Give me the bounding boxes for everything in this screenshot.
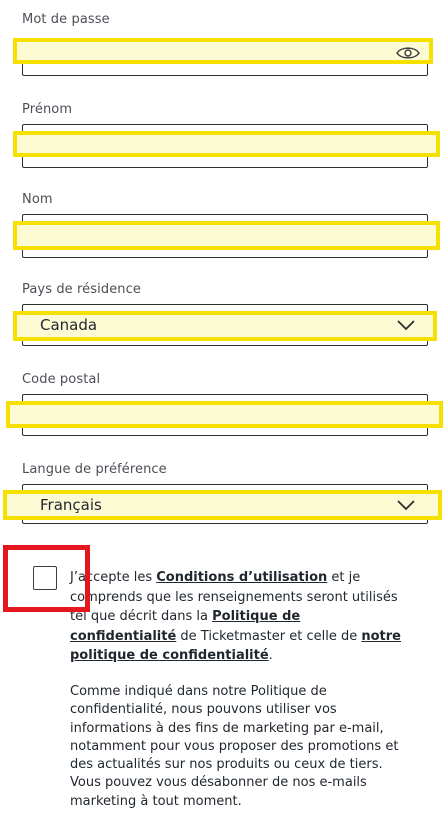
last-name-highlight bbox=[13, 221, 440, 250]
last-name-label: Nom bbox=[22, 192, 53, 207]
postal-code-label: Code postal bbox=[22, 372, 101, 387]
country-label: Pays de résidence bbox=[22, 282, 141, 297]
country-value: Canada bbox=[40, 316, 98, 334]
marketing-notice: Comme indiqué dans notre Politique de co… bbox=[70, 684, 399, 809]
language-label: Langue de préférence bbox=[22, 462, 167, 477]
password-label: Mot de passe bbox=[22, 12, 110, 27]
password-highlight bbox=[13, 38, 433, 64]
first-name-label: Prénom bbox=[22, 102, 73, 117]
eye-icon[interactable] bbox=[396, 45, 420, 61]
consent-text-3: de Ticketmaster et celle de bbox=[176, 628, 362, 644]
checkbox-annotation bbox=[3, 545, 90, 612]
consent-text-4: . bbox=[268, 648, 273, 663]
language-value: Français bbox=[40, 496, 102, 514]
consent-text: J’accepte les Conditions d’utilisation e… bbox=[70, 568, 410, 666]
chevron-down-icon[interactable] bbox=[396, 319, 416, 331]
first-name-highlight bbox=[13, 131, 440, 157]
postal-code-highlight bbox=[6, 401, 443, 428]
chevron-down-icon[interactable] bbox=[396, 499, 416, 511]
terms-link[interactable]: Conditions d’utilisation bbox=[156, 570, 327, 585]
